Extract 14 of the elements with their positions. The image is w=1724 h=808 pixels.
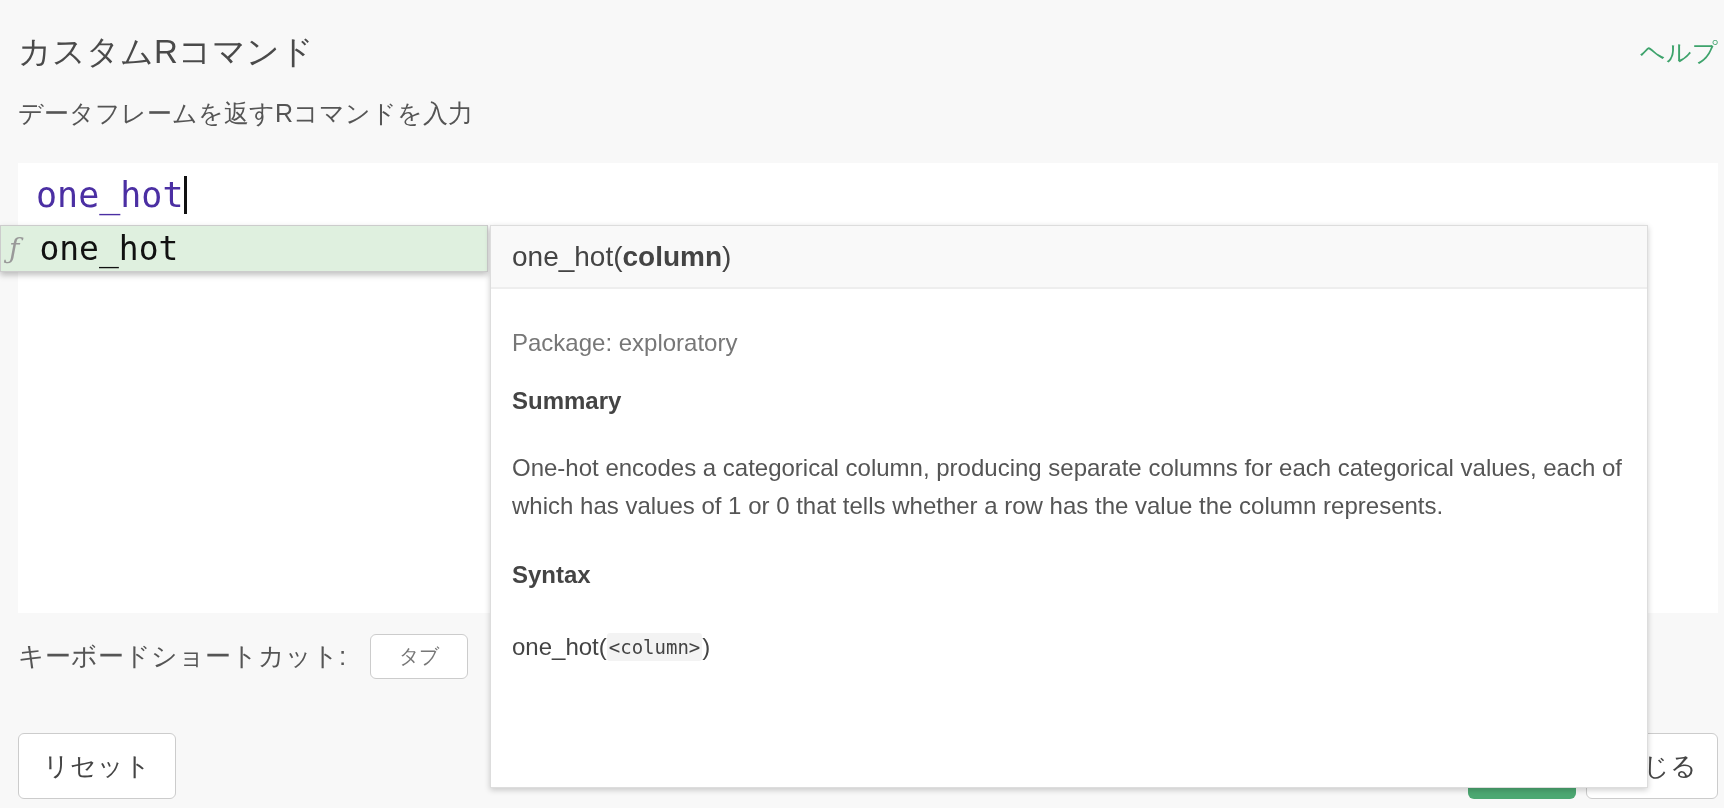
text-cursor bbox=[183, 176, 187, 214]
function-signature: one_hot(column) bbox=[512, 240, 732, 273]
syntax-line: one_hot(<column>) bbox=[512, 633, 711, 661]
syntax-heading: Syntax bbox=[512, 561, 591, 589]
autocomplete-item[interactable]: ƒ one_hot bbox=[0, 225, 488, 272]
suggestion-label: one_hot bbox=[39, 229, 179, 268]
summary-text: One-hot encodes a categorical column, producing separate columns for each categorical values, each of which has values of 1 or 0 that tells whether a row has the value the column represents. bbox=[512, 453, 1623, 521]
package-name: Package: exploratory bbox=[512, 329, 738, 357]
shortcut-label: キーボードショートカット: bbox=[18, 639, 347, 673]
dialog-title: カスタムRコマンド bbox=[18, 31, 314, 72]
summary-heading: Summary bbox=[512, 387, 622, 415]
reset-button[interactable]: リセット bbox=[18, 733, 176, 799]
shortcut-key: タブ bbox=[370, 633, 469, 679]
dialog-subtitle: データフレームを返すRコマンドを入力 bbox=[18, 99, 474, 127]
